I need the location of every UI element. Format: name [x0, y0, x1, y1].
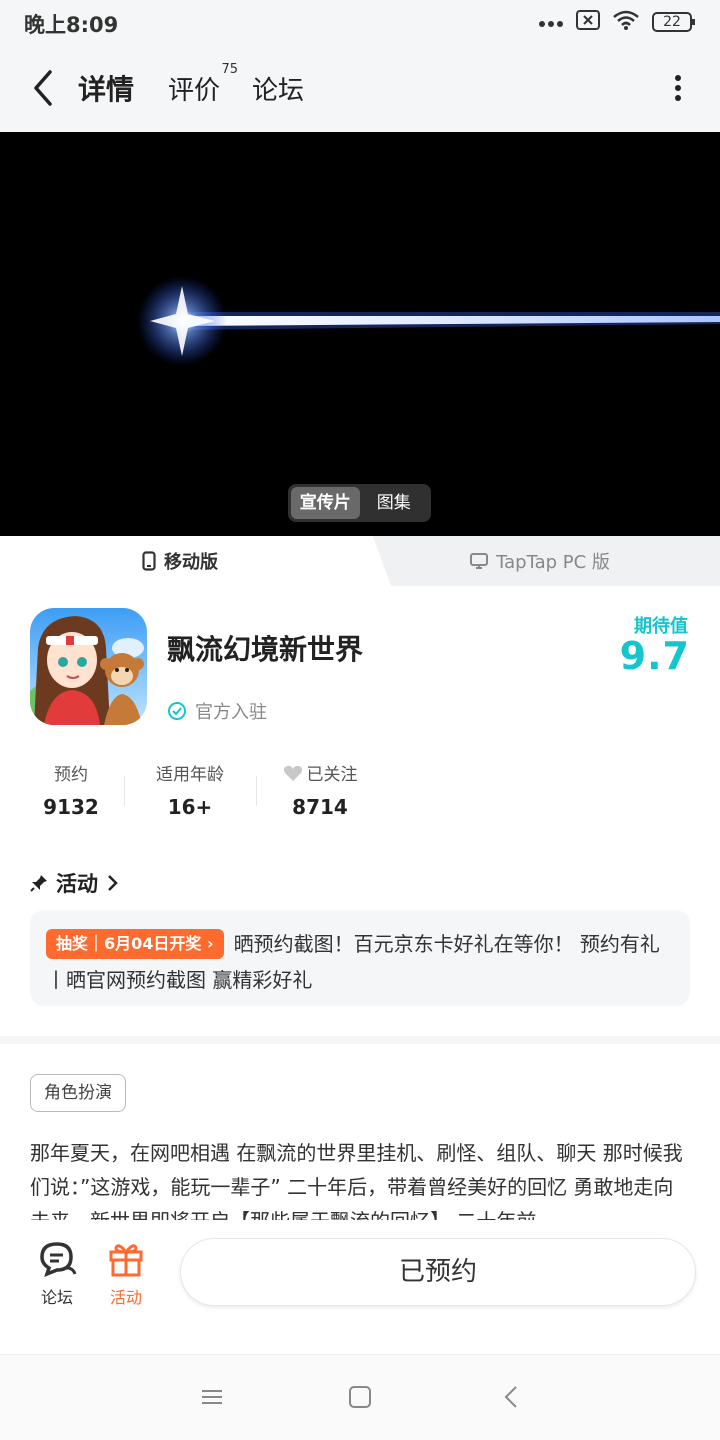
official-label: 官方入驻 [195, 702, 267, 723]
tab-reviews[interactable]: 评价 75 [168, 62, 238, 107]
tab-forum[interactable]: 论坛 [252, 70, 304, 107]
back-button[interactable] [28, 68, 60, 108]
more-dots-icon [538, 13, 564, 32]
stat-label: 适用年龄 [156, 765, 224, 785]
menu-icon [202, 1390, 222, 1404]
game-description[interactable]: 那年夏天，在网吧相遇 在飘流的世界里挂机、刷怪、组队、聊天 那时候我们说：”这游… [30, 1136, 692, 1220]
platform-tabs: TapTap PC 版 移动版 [0, 536, 720, 586]
lottery-tag: 抽奖｜6月04日开奖 › [46, 929, 224, 959]
activity-heading-label: 活动 [56, 872, 98, 896]
review-count-badge: 75 [221, 62, 239, 77]
official-verified: 官方入驻 [167, 698, 267, 724]
phone-icon [142, 551, 156, 571]
stat-value: 9132 [43, 795, 99, 819]
activity-shortcut[interactable]: 活动 [98, 1240, 154, 1308]
shooting-star-image [0, 132, 720, 536]
app-icon-art [30, 608, 147, 725]
media-type-switch: 宣传片 图集 [288, 484, 431, 522]
stat-value: 16+ [167, 795, 213, 819]
monitor-icon [470, 553, 489, 569]
promo-video-player[interactable]: 宣传片 图集 [0, 132, 720, 536]
battery-level: 22 [663, 14, 681, 30]
chat-bubble-icon [40, 1242, 77, 1278]
stat-followers[interactable]: 已关注 8714 [278, 760, 362, 819]
gift-icon [109, 1244, 143, 1277]
lottery-tag-label: 抽奖｜6月04日开奖 [56, 934, 202, 953]
activity-heading[interactable]: 活动 [30, 868, 118, 898]
forum-shortcut-label: 论坛 [40, 1288, 73, 1307]
expectation-score: 9.7 [619, 634, 690, 678]
vertical-dots-icon [675, 75, 681, 101]
more-menu-button[interactable] [672, 74, 684, 102]
genre-tag[interactable]: 角色扮演 [30, 1074, 126, 1112]
platform-mobile-label: 移动版 [164, 552, 218, 573]
tab-details[interactable]: 详情 [76, 68, 137, 108]
wifi-icon [612, 9, 640, 35]
platform-mobile-tab[interactable]: 移动版 [0, 536, 360, 586]
stat-value: 8714 [292, 795, 348, 819]
stat-label: 已关注 [306, 765, 358, 785]
tab-label: 论坛 [252, 76, 305, 106]
tab-label: 详情 [78, 73, 135, 106]
app-name: 飘流幻境新世界 [167, 633, 364, 666]
section-divider [0, 1036, 720, 1044]
stat-age-rating: 适用年龄 16+ [146, 760, 234, 819]
system-navigation-bar [0, 1354, 720, 1440]
activity-shortcut-label: 活动 [109, 1288, 142, 1307]
menu-button[interactable] [198, 1383, 226, 1411]
system-back-button[interactable] [498, 1383, 526, 1411]
top-navigation: 详情 评价 75 论坛 [0, 44, 720, 132]
pin-icon [30, 875, 47, 892]
back-triangle-icon [504, 1386, 517, 1408]
home-button[interactable] [346, 1383, 374, 1411]
stat-reservations: 预约 9132 [36, 760, 106, 819]
battery-icon: 22 [652, 11, 696, 33]
heart-icon [283, 765, 302, 781]
stat-label: 预约 [54, 765, 88, 785]
square-home-icon [349, 1386, 371, 1408]
app-icon [30, 608, 147, 725]
stat-divider [256, 776, 257, 806]
forum-shortcut[interactable]: 论坛 [29, 1240, 85, 1308]
stat-divider [124, 776, 125, 806]
reserved-button[interactable]: 已预约 [180, 1238, 696, 1306]
bottom-action-bar: 论坛 活动 已预约 [0, 1220, 720, 1354]
sim-blocked-icon [576, 10, 600, 34]
status-bar: 晚上8:09 22 [0, 0, 720, 44]
chevron-right-icon [108, 875, 118, 891]
tab-label: 评价 [168, 76, 221, 106]
stat-label-row: 已关注 [278, 760, 362, 785]
chevron-right-icon: › [206, 934, 214, 953]
gallery-tab[interactable]: 图集 [360, 487, 429, 519]
chevron-left-icon [34, 70, 52, 106]
platform-pc-tab[interactable]: TapTap PC 版 [360, 536, 720, 586]
platform-pc-label: TapTap PC 版 [496, 552, 610, 573]
status-time: 晚上8:09 [24, 13, 119, 37]
activity-card[interactable]: 抽奖｜6月04日开奖 › 晒预约截图！百元京东卡好礼在等你！ 预约有礼丨晒官网预约… [30, 910, 690, 1006]
promo-video-tab[interactable]: 宣传片 [291, 487, 360, 519]
verified-check-icon [168, 702, 186, 720]
